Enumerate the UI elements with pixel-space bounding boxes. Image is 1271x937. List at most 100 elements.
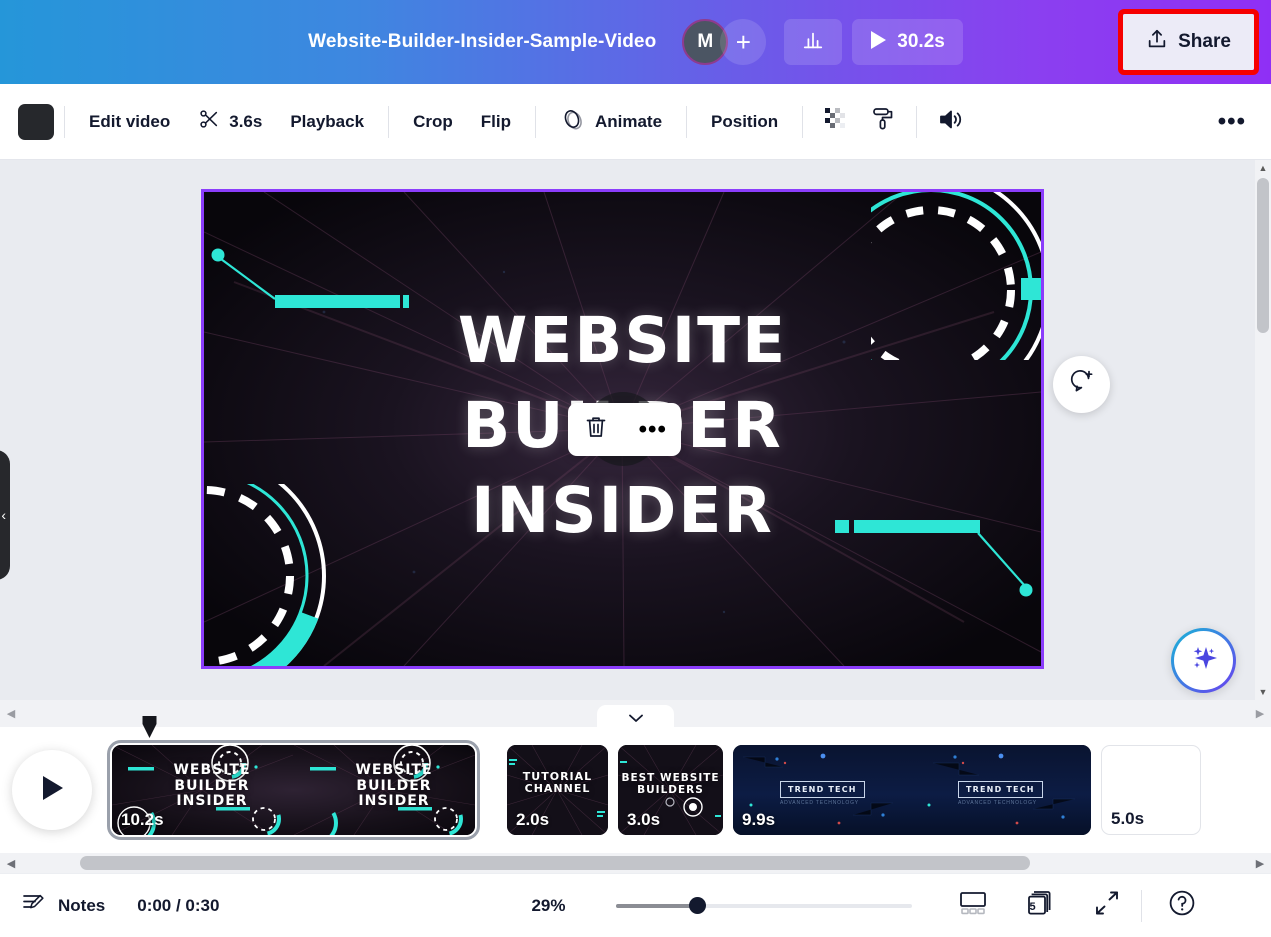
comment-add-icon [1068,369,1095,400]
scroll-up-button[interactable]: ▲ [1255,160,1271,176]
play-icon [38,773,66,808]
vertical-scroll-thumb[interactable] [1257,178,1269,333]
flip-button[interactable]: Flip [467,100,525,144]
sidebar-collapse-handle[interactable]: ‹ [0,450,10,580]
timeline-scene-5[interactable]: 5.0s [1101,745,1201,835]
add-collaborator-button[interactable]: + [720,19,766,65]
magic-studio-button[interactable] [1171,628,1236,693]
color-swatch-button[interactable] [18,104,54,140]
timeline-scene-2[interactable]: TUTORIALCHANNEL 2.0s [507,745,608,835]
scene-3-title: BEST WEBSITEBUILDERS [618,773,723,797]
zoom-slider-knob[interactable] [689,897,706,914]
edit-video-button[interactable]: Edit video [75,100,184,144]
apply-style-button[interactable] [860,100,906,144]
grid-view-icon [958,890,988,921]
bar-chart-icon [802,29,824,56]
toolbar-divider [64,106,65,138]
scene-1-title-b: WEBSITEBUILDERINSIDER [324,763,464,810]
more-options-icon: ••• [1218,110,1246,134]
element-float-toolbar: ••• [568,403,681,456]
video-title-line-3: INSIDER [204,474,1041,547]
video-title-line-1: WEBSITE [204,304,1041,377]
delete-element-button[interactable] [575,409,617,451]
canvas-area: ‹ [0,160,1271,700]
page-count: 5 [1030,901,1036,913]
scene-4-duration: 9.9s [742,810,775,830]
trim-duration-button[interactable]: 3.6s [184,100,276,144]
volume-button[interactable] [927,100,976,144]
chevron-down-icon [628,711,644,726]
object-toolbar: Edit video 3.6s Playback Crop Flip [0,84,1271,160]
scene-2-title: TUTORIALCHANNEL [507,771,608,796]
crop-button[interactable]: Crop [399,100,467,144]
top-bar-center-group: Website-Builder-Insider-Sample-Video M + [0,0,1271,84]
grid-view-button[interactable] [953,887,993,925]
notes-label: Notes [58,896,105,916]
flip-label: Flip [481,112,511,132]
top-bar: Website-Builder-Insider-Sample-Video M + [0,0,1271,84]
animate-button[interactable]: Animate [546,100,676,144]
position-label: Position [711,112,778,132]
hscroll-right-button[interactable]: ▶ [1249,857,1271,870]
transparency-icon [824,107,849,137]
trim-duration-label: 3.6s [229,112,262,132]
help-button[interactable] [1162,887,1202,925]
canva-video-editor: Website-Builder-Insider-Sample-Video M + [0,0,1271,937]
scene-4-title-a: TREND TECH [780,781,865,798]
notes-icon [22,891,48,920]
timeline-play-button[interactable] [12,750,92,830]
timeline-scroll-left[interactable]: ◀ [0,707,22,720]
paint-roller-icon [871,106,895,137]
toolbar-divider [802,106,803,138]
horizontal-scroll-thumb[interactable] [80,856,1030,870]
scene-3-duration: 3.0s [627,810,660,830]
scroll-down-button[interactable]: ▼ [1255,684,1271,700]
canvas-vertical-scrollbar[interactable]: ▲ ▼ [1255,160,1271,700]
animate-icon [560,107,586,136]
bottombar-divider [1141,890,1142,922]
notes-button[interactable]: Notes [22,891,105,920]
more-options-button[interactable]: ••• [1207,100,1257,144]
expand-icon [1093,890,1121,921]
timeline-playhead[interactable] [141,715,158,739]
share-highlight-box: Share [1118,9,1259,75]
fullscreen-button[interactable] [1087,887,1127,925]
scene-4-subtitle-a: ADVANCED TECHNOLOGY [780,800,859,806]
toolbar-divider [686,106,687,138]
scene-1-title-a: WEBSITEBUILDERINSIDER [142,763,282,810]
scene-4-subtitle-b: ADVANCED TECHNOLOGY [958,800,1037,806]
zoom-slider-fill [616,904,699,908]
hscroll-left-button[interactable]: ◀ [0,857,22,870]
zoom-slider[interactable] [616,897,912,915]
timeline-strip: WEBSITEBUILDERINSIDER WEBSITEBUILDERINSI… [0,727,1271,853]
video-duration: 30.2s [897,31,945,53]
add-comment-button[interactable] [1053,356,1110,413]
scene-4-title-b: TREND TECH [958,781,1043,798]
trash-icon [585,415,607,444]
document-title[interactable]: Website-Builder-Insider-Sample-Video [308,31,656,53]
timeline-collapse-tab[interactable] [597,705,674,732]
timeline-scene-3[interactable]: BEST WEBSITEBUILDERS 3.0s [618,745,723,835]
element-more-options-button[interactable]: ••• [632,409,674,451]
transparency-button[interactable] [813,100,860,144]
share-button[interactable]: Share [1123,14,1254,70]
timeline-scene-1[interactable]: WEBSITEBUILDERINSIDER WEBSITEBUILDERINSI… [112,745,475,835]
time-display-label: 0:00 / 0:30 [137,896,219,916]
time-display: 0:00 / 0:30 [137,896,219,916]
toolbar-divider [388,106,389,138]
scene-2-duration: 2.0s [516,810,549,830]
timeline-horizontal-scrollbar[interactable]: ◀ ▶ [0,853,1271,873]
position-button[interactable]: Position [697,100,792,144]
analytics-button[interactable] [784,19,842,65]
timeline-scroll-right[interactable]: ▶ [1249,707,1271,720]
pages-button[interactable]: 5 [1021,887,1061,925]
timeline-scene-4[interactable]: TREND TECH ADVANCED TECHNOLOGY TREND TEC… [733,745,1091,835]
crop-label: Crop [413,112,453,132]
toolbar-divider [535,106,536,138]
preview-play-button[interactable]: 30.2s [852,19,963,65]
scene-1-duration: 10.2s [121,810,164,830]
zoom-percent[interactable]: 29% [531,896,565,916]
play-icon [868,29,888,56]
share-button-label: Share [1178,31,1231,53]
playback-button[interactable]: Playback [276,100,378,144]
